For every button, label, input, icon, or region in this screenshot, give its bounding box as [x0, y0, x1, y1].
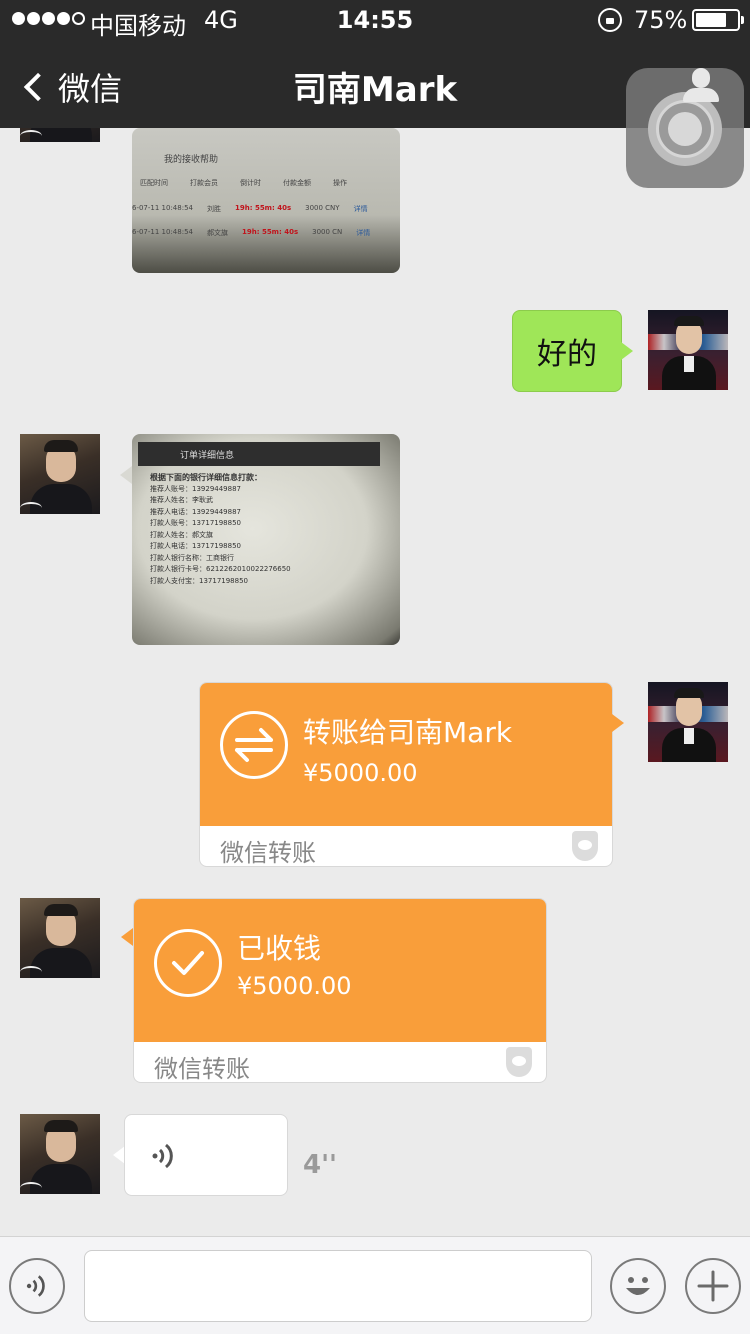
- transfer-amount: ¥5000.00: [303, 759, 418, 787]
- row-action: 详情: [353, 205, 368, 213]
- avatar[interactable]: [20, 1114, 100, 1194]
- transfer-sent-card[interactable]: 转账给司南Mark ¥5000.00 微信转账: [199, 682, 613, 867]
- photo-bar-title: 订单详细信息: [138, 442, 380, 466]
- column-header: 付款金额: [283, 179, 311, 187]
- avatar[interactable]: [20, 434, 100, 514]
- avatar[interactable]: [20, 898, 100, 978]
- input-bar: [0, 1236, 750, 1334]
- transfer-footer: 微信转账: [154, 1055, 250, 1083]
- photo-heading: 我的接收帮助: [164, 155, 219, 165]
- image-message[interactable]: 我的接收帮助 匹配时间 打款会员 倒计时 付款金额 操作 6-07-11 10:…: [132, 128, 400, 273]
- avatar[interactable]: [648, 682, 728, 762]
- transfer-amount: ¥5000.00: [237, 972, 352, 1000]
- exchange-arrows-icon: [220, 711, 288, 779]
- sound-wave-icon: [26, 1275, 45, 1297]
- transfer-title: 已收钱: [237, 932, 322, 965]
- row-time: 6-07-11 10:48:54: [132, 204, 193, 212]
- column-header: 倒计时: [240, 179, 261, 187]
- my-text-message[interactable]: 好的: [512, 310, 622, 392]
- column-header: 匹配时间: [140, 179, 168, 187]
- order-line: 打款人姓名：郝文旗: [150, 530, 213, 539]
- bubble-tail: [121, 928, 133, 946]
- order-line: 打款人银行卡号：6212262010022276650: [150, 565, 291, 573]
- smiley-icon: [626, 1277, 650, 1295]
- table-row: 6-07-11 10:48:54 刘胜 19h: 55m: 40s 3000 C…: [132, 204, 368, 214]
- plus-icon: [697, 1270, 729, 1302]
- order-line: 打款人银行名称：工商银行: [150, 553, 234, 562]
- table-row: 6-07-11 10:48:54 郝文旗 19h: 55m: 40s 3000 …: [132, 228, 370, 238]
- voice-duration: 4'': [303, 1150, 338, 1180]
- rotation-lock-icon: [598, 8, 622, 32]
- row-time: 6-07-11 10:48:54: [132, 228, 193, 236]
- bubble-tail: [120, 466, 132, 484]
- voice-input-button[interactable]: [9, 1258, 65, 1314]
- image-message[interactable]: 订单详细信息 根据下面的银行详细信息打款： 推荐人账号：13929449887 …: [132, 434, 400, 645]
- battery-percent: 75%: [634, 6, 688, 34]
- row-member: 郝文旗: [206, 229, 228, 237]
- bubble-tail: [621, 342, 633, 360]
- row-action: 详情: [356, 229, 371, 237]
- column-header: 打款会员: [190, 179, 218, 187]
- transfer-card-body: 转账给司南Mark ¥5000.00: [200, 683, 612, 826]
- row-member: 刘胜: [206, 205, 221, 213]
- order-line: 推荐人账号：13929449887: [150, 484, 241, 493]
- row-amount: 3000 CN: [312, 228, 343, 236]
- transfer-card-body: 已收钱 ¥5000.00: [134, 899, 546, 1042]
- bubble-tail: [612, 714, 624, 732]
- order-line: 打款人支付宝：13717198850: [150, 576, 248, 585]
- order-line: 打款人电话：13717198850: [150, 542, 241, 550]
- photo-order-details: 根据下面的银行详细信息打款： 推荐人账号：13929449887 推荐人姓名：李…: [150, 472, 291, 587]
- message-input[interactable]: [84, 1250, 592, 1322]
- row-countdown: 19h: 55m: 40s: [234, 204, 292, 212]
- column-header: 操作: [333, 179, 347, 187]
- order-line: 推荐人姓名：李耿武: [150, 496, 213, 504]
- check-icon: [154, 929, 222, 997]
- more-options-button[interactable]: [685, 1258, 741, 1314]
- row-amount: 3000 CNY: [305, 204, 340, 212]
- transfer-title: 转账给司南Mark: [303, 716, 513, 749]
- person-icon[interactable]: [681, 66, 721, 106]
- message-text: 好的: [537, 337, 597, 372]
- status-bar: 中国移动 4G 14:55 75%: [0, 0, 750, 40]
- shield-icon: [572, 831, 598, 861]
- transfer-footer: 微信转账: [220, 839, 316, 867]
- voice-message[interactable]: [124, 1114, 288, 1196]
- order-line: 打款人账号：13717198850: [150, 519, 241, 527]
- order-line: 根据下面的银行详细信息打款：: [150, 473, 262, 482]
- emoji-button[interactable]: [610, 1258, 666, 1314]
- row-countdown: 19h: 55m: 40s: [241, 228, 299, 236]
- battery-fill: [696, 13, 726, 27]
- photo-table-header: 匹配时间 打款会员 倒计时 付款金额 操作: [140, 178, 347, 188]
- shield-icon: [506, 1047, 532, 1077]
- order-line: 推荐人电话：13929449887: [150, 507, 241, 516]
- battery-icon: [692, 9, 744, 31]
- avatar[interactable]: [648, 310, 728, 390]
- transfer-received-card[interactable]: 已收钱 ¥5000.00 微信转账: [133, 898, 547, 1083]
- sound-wave-icon: [152, 1143, 173, 1169]
